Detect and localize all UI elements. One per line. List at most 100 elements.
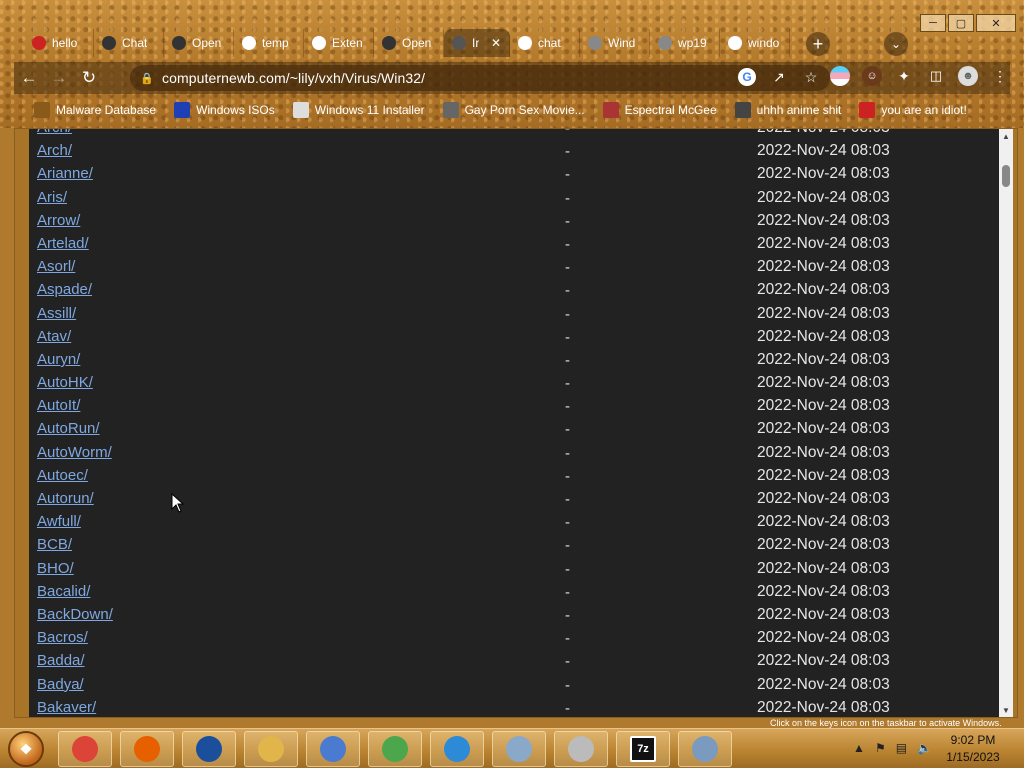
browser-tab[interactable]: Wind: [580, 29, 650, 57]
bookmark-label: you are an idiot!: [881, 103, 967, 117]
directory-link[interactable]: Aspade/: [37, 281, 92, 298]
browser-tab[interactable]: wp19: [650, 29, 720, 57]
browser-tab[interactable]: hello: [24, 29, 94, 57]
puzzle-extensions-icon[interactable]: ✦: [894, 66, 914, 86]
directory-link[interactable]: Autorun/: [37, 490, 94, 507]
size-cell: -: [565, 491, 570, 508]
listing-row: Badya/ - 2022-Nov-24 08:03: [29, 674, 1001, 697]
vertical-scrollbar[interactable]: ▲ ▼: [999, 129, 1013, 717]
taskbar-edge[interactable]: [430, 731, 484, 767]
network-icon[interactable]: ▤: [896, 741, 907, 755]
directory-link[interactable]: Bacros/: [37, 629, 88, 646]
directory-link[interactable]: Auryn/: [37, 351, 80, 368]
close-window-button[interactable]: ✕: [976, 14, 1016, 32]
bookmark-item[interactable]: you are an idiot!: [859, 102, 967, 118]
taskbar-explorer[interactable]: [244, 731, 298, 767]
browser-tab[interactable]: Open: [374, 29, 444, 57]
directory-link[interactable]: BackDown/: [37, 606, 113, 623]
taskbar-paint[interactable]: [492, 731, 546, 767]
directory-link[interactable]: Arch/: [37, 142, 72, 159]
bookmark-item[interactable]: Malware Database: [34, 102, 156, 118]
trans-flag-extension-icon[interactable]: [830, 66, 850, 86]
tab-close-icon[interactable]: ✕: [491, 36, 501, 50]
size-cell: -: [565, 259, 570, 277]
directory-link[interactable]: Aris/: [37, 189, 67, 206]
profile-avatar-icon[interactable]: ☻: [958, 66, 978, 86]
browser-tab[interactable]: Open: [164, 29, 234, 57]
directory-link[interactable]: Arch/: [37, 129, 72, 136]
minimize-button[interactable]: ─: [920, 14, 946, 32]
taskbar-users[interactable]: [368, 731, 422, 767]
7zip-icon: 7z: [630, 736, 656, 762]
directory-link[interactable]: Arianne/: [37, 165, 93, 182]
scrollbar-thumb[interactable]: [1002, 165, 1010, 187]
maximize-button[interactable]: ▢: [948, 14, 974, 32]
menu-kebab-icon[interactable]: ⋮: [990, 66, 1010, 86]
date-cell: 2022-Nov-24 08:03: [757, 304, 890, 322]
tab-title: wp19: [678, 36, 707, 50]
directory-link[interactable]: AutoRun/: [37, 420, 100, 437]
url-text[interactable]: computernewb.com/~lily/vxh/Virus/Win32/: [162, 70, 425, 86]
directory-link[interactable]: Atav/: [37, 328, 71, 345]
scroll-up-icon[interactable]: ▲: [999, 129, 1013, 143]
directory-link[interactable]: Asorl/: [37, 258, 75, 275]
bookmark-item[interactable]: uhhh anime shit: [734, 102, 841, 118]
taskbar-network[interactable]: [306, 731, 360, 767]
directory-link[interactable]: Bacalid/: [37, 583, 90, 600]
show-hidden-icons-icon[interactable]: ▲: [853, 741, 865, 755]
google-lens-icon[interactable]: G: [738, 68, 756, 86]
browser-tab[interactable]: windo: [720, 29, 790, 57]
bookmark-item[interactable]: Windows ISOs: [174, 102, 275, 118]
taskbar-monitor[interactable]: [678, 731, 732, 767]
scroll-down-icon[interactable]: ▼: [999, 703, 1013, 717]
directory-link[interactable]: Autoec/: [37, 467, 88, 484]
date-cell: 2022-Nov-24 08:03: [757, 559, 890, 577]
bookmark-item[interactable]: Windows 11 Installer: [292, 102, 425, 118]
taskbar-7zip[interactable]: 7z: [616, 731, 670, 767]
side-panel-icon[interactable]: ◫: [926, 66, 946, 86]
avatar-extension-icon[interactable]: ☺: [862, 66, 882, 86]
tab-search-button[interactable]: ⌄: [884, 32, 908, 56]
volume-icon[interactable]: 🔈: [917, 741, 932, 755]
directory-link[interactable]: Artelad/: [37, 235, 89, 252]
lock-icon[interactable]: 🔒: [140, 72, 154, 85]
directory-link[interactable]: AutoWorm/: [37, 444, 112, 461]
tab-title: Exten: [332, 36, 363, 50]
directory-link[interactable]: Badya/: [37, 676, 84, 693]
bookmark-item[interactable]: Gay Porn Sex Movie...: [442, 102, 585, 118]
bookmark-item[interactable]: Espectral McGee: [602, 102, 717, 118]
browser-tab[interactable]: chat: [510, 29, 580, 57]
clock[interactable]: 9:02 PM 1/15/2023: [938, 732, 1008, 766]
directory-link[interactable]: Assill/: [37, 305, 76, 322]
bookmark-star-icon[interactable]: ☆: [802, 68, 820, 86]
browser-tab[interactable]: Exten: [304, 29, 374, 57]
directory-link[interactable]: AutoIt/: [37, 397, 80, 414]
share-icon[interactable]: ↗: [770, 68, 788, 86]
tab-title: windo: [748, 36, 780, 50]
browser-tab[interactable]: Chat: [94, 29, 164, 57]
action-center-flag-icon[interactable]: ⚑: [875, 741, 886, 755]
taskbar-chrome[interactable]: [58, 731, 112, 767]
anime-icon: [734, 102, 751, 118]
forward-button[interactable]: →: [44, 63, 74, 93]
directory-link[interactable]: BCB/: [37, 536, 72, 553]
folder-icon: [34, 102, 50, 118]
browser-tab[interactable]: Ir ✕: [444, 29, 510, 57]
bookmark-label: Espectral McGee: [624, 103, 717, 117]
directory-link[interactable]: Arrow/: [37, 212, 80, 229]
directory-link[interactable]: Badda/: [37, 652, 85, 669]
browser-tab[interactable]: temp: [234, 29, 304, 57]
directory-link[interactable]: Bakaver/: [37, 699, 96, 716]
reload-button[interactable]: ↻: [74, 63, 104, 93]
start-button[interactable]: ❖: [8, 731, 44, 767]
back-button[interactable]: ←: [14, 63, 44, 93]
taskbar-firefox[interactable]: [120, 731, 174, 767]
address-bar[interactable]: 🔒 computernewb.com/~lily/vxh/Virus/Win32…: [130, 65, 830, 91]
taskbar-obama[interactable]: [182, 731, 236, 767]
directory-link[interactable]: AutoHK/: [37, 374, 93, 391]
new-tab-button[interactable]: +: [806, 32, 830, 56]
directory-link[interactable]: Awfull/: [37, 513, 81, 530]
bookmark-label: Windows 11 Installer: [314, 103, 425, 117]
taskbar-archive[interactable]: [554, 731, 608, 767]
directory-link[interactable]: BHO/: [37, 560, 74, 577]
